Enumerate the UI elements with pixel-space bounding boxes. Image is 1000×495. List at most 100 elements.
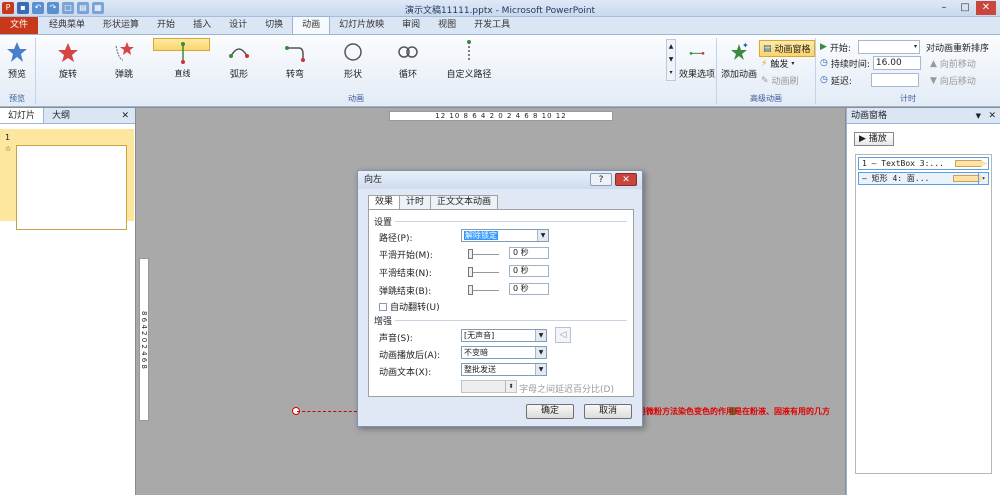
spin-star-icon bbox=[58, 43, 78, 62]
anim-shape[interactable]: 形状 bbox=[330, 38, 376, 84]
animation-item[interactable]: 1 — TextBox 3:... bbox=[858, 157, 989, 170]
path-select[interactable]: 解除锁定 ▼ bbox=[461, 229, 549, 242]
dialog-close-icon[interactable]: ✕ bbox=[615, 173, 637, 186]
auto-reverse-checkbox[interactable] bbox=[379, 302, 387, 311]
maximize-icon[interactable]: □ bbox=[955, 1, 975, 15]
smooth-start-input[interactable]: 0 秒 bbox=[509, 247, 549, 259]
add-animation-button[interactable]: ✦ 添加动画 bbox=[721, 38, 757, 84]
delay-row: ◷ 延迟: bbox=[820, 73, 919, 87]
star-icon bbox=[7, 42, 27, 62]
chevron-down-icon: ▼ bbox=[535, 364, 546, 375]
close-panel-icon[interactable]: ✕ bbox=[121, 108, 135, 123]
chevron-down-icon: ▼ bbox=[535, 330, 546, 341]
sound-label: 声音(S): bbox=[379, 334, 413, 344]
duration-input[interactable]: 16.00 bbox=[872, 56, 921, 70]
turn-path-icon bbox=[285, 46, 305, 62]
spinner-icon: ⬍ bbox=[505, 381, 516, 392]
tab-outline[interactable]: 大纲 bbox=[44, 108, 78, 123]
anim-bounce[interactable]: 弹跳 bbox=[100, 38, 148, 84]
auto-reverse-row: 自动翻转(U) bbox=[379, 300, 440, 313]
help-icon[interactable]: ? bbox=[590, 173, 612, 186]
smooth-end-slider[interactable] bbox=[469, 272, 499, 273]
pane-menu-icon[interactable]: ▼ bbox=[976, 108, 981, 124]
reorder-title: 对动画重新排序 bbox=[926, 44, 990, 54]
tab-slideshow[interactable]: 幻灯片放映 bbox=[330, 17, 393, 34]
cancel-button[interactable]: 取消 bbox=[584, 404, 632, 419]
anim-arc[interactable]: 弧形 bbox=[216, 38, 262, 84]
motion-path-line[interactable] bbox=[297, 411, 357, 412]
start-select[interactable]: ▾ bbox=[857, 40, 920, 54]
smooth-end-input[interactable]: 0 秒 bbox=[509, 265, 549, 277]
window-title: 演示文稿11111.pptx - Microsoft PowerPoint bbox=[404, 6, 596, 16]
tab-view[interactable]: 视图 bbox=[429, 17, 465, 34]
tab-effect[interactable]: 效果 bbox=[368, 195, 401, 210]
tab-design[interactable]: 设计 bbox=[220, 17, 256, 34]
animation-pane-button[interactable]: ▤ 动画窗格 bbox=[759, 40, 815, 57]
animation-group-label: 动画 bbox=[348, 94, 364, 103]
tab-slides[interactable]: 幻灯片 bbox=[0, 108, 45, 123]
gallery-scroll[interactable]: ▲ ▼ ▾ bbox=[666, 39, 676, 81]
anim-spin[interactable]: 旋转 bbox=[44, 38, 92, 84]
tab-transitions[interactable]: 切换 bbox=[256, 17, 292, 34]
slide-thumbnail[interactable] bbox=[16, 145, 127, 230]
clock-icon: ◷ bbox=[820, 58, 828, 68]
tab-shape-ops[interactable]: 形状运算 bbox=[94, 17, 148, 34]
minimize-icon[interactable]: – bbox=[934, 1, 954, 15]
letter-delay-input[interactable]: ⬍ bbox=[461, 380, 517, 393]
tab-developer[interactable]: 开发工具 bbox=[465, 17, 519, 34]
preview-button[interactable]: 预览 bbox=[3, 38, 31, 84]
tab-timing[interactable]: 计时 bbox=[399, 195, 432, 209]
animation-painter-button[interactable]: ✎ 动画刷 bbox=[761, 74, 799, 88]
slider-thumb[interactable] bbox=[468, 285, 473, 295]
up-arrow-icon: ▲ bbox=[930, 58, 937, 69]
close-icon[interactable]: ✕ bbox=[976, 1, 996, 15]
animation-star-icon: ☆ bbox=[5, 145, 12, 153]
preview-group-label: 预览 bbox=[9, 94, 25, 103]
path-label: 路径(P): bbox=[379, 234, 413, 244]
trigger-button[interactable]: ⚡ 触发 ▾ bbox=[761, 57, 794, 71]
smooth-start-slider[interactable] bbox=[469, 254, 499, 255]
delay-input[interactable] bbox=[870, 73, 919, 87]
svg-text:✦: ✦ bbox=[742, 41, 749, 50]
tab-insert[interactable]: 插入 bbox=[184, 17, 220, 34]
sound-select[interactable]: [无声音] ▼ bbox=[461, 329, 547, 342]
custom-path-icon bbox=[467, 40, 471, 62]
anim-line[interactable]: 直线 bbox=[153, 38, 210, 78]
item-dropdown-icon[interactable]: ▾ bbox=[978, 173, 988, 184]
speaker-icon[interactable]: ◁ bbox=[555, 327, 571, 343]
move-earlier-button[interactable]: ▲ 向前移动 bbox=[930, 57, 976, 71]
bounce-end-input[interactable]: 0 秒 bbox=[509, 283, 549, 295]
anim-custom-path[interactable]: 自定义路径 bbox=[440, 38, 498, 84]
dialog-title-bar: 向左 ? ✕ bbox=[358, 171, 642, 189]
timeline-bar bbox=[955, 160, 987, 167]
after-animation-select[interactable]: 不变暗 ▼ bbox=[461, 346, 547, 359]
arc-path-icon bbox=[229, 48, 249, 58]
anim-loop[interactable]: 循环 bbox=[385, 38, 431, 84]
animate-text-select[interactable]: 整批发送 ▼ bbox=[461, 363, 547, 376]
play-button[interactable]: ▶ 播放 bbox=[854, 132, 894, 146]
tab-home[interactable]: 开始 bbox=[148, 17, 184, 34]
tab-file[interactable]: 文件 bbox=[0, 17, 39, 34]
bounce-end-slider[interactable] bbox=[469, 290, 499, 291]
slide-text[interactable]: 用微粉方法染色变色的作用是在粉液、固液有用的几方 bbox=[638, 406, 830, 417]
tab-review[interactable]: 审阅 bbox=[393, 17, 429, 34]
animation-item[interactable]: — 矩形 4: 面... ▾ bbox=[858, 172, 989, 185]
chevron-down-icon: ▼ bbox=[537, 230, 548, 241]
tab-text-animation[interactable]: 正文文本动画 bbox=[430, 195, 499, 209]
effect-options-button[interactable]: 效果选项 bbox=[679, 38, 715, 84]
horizontal-ruler: 12 10 8 6 4 2 0 2 4 6 8 10 12 bbox=[389, 111, 613, 121]
effect-dialog: 向左 ? ✕ 效果 计时 正文文本动画 设置 路径(P): 解除锁定 ▼ 平滑开… bbox=[357, 170, 643, 427]
thumbnail-area: 1 ☆ bbox=[0, 124, 135, 495]
move-later-button[interactable]: ▼ 向后移动 bbox=[930, 74, 976, 88]
anim-turn[interactable]: 转弯 bbox=[272, 38, 318, 84]
ok-button[interactable]: 确定 bbox=[526, 404, 574, 419]
smooth-start-label: 平滑开始(M): bbox=[379, 251, 433, 261]
line-path-icon bbox=[180, 42, 185, 64]
tab-animations[interactable]: 动画 bbox=[292, 16, 331, 34]
bounce-end-label: 弹跳结束(B): bbox=[379, 287, 432, 297]
dialog-title: 向左 bbox=[364, 175, 383, 185]
slider-thumb[interactable] bbox=[468, 249, 473, 259]
pane-close-icon[interactable]: ✕ bbox=[988, 108, 996, 124]
tab-classic-menu[interactable]: 经典菜单 bbox=[40, 17, 94, 34]
slider-thumb[interactable] bbox=[468, 267, 473, 277]
